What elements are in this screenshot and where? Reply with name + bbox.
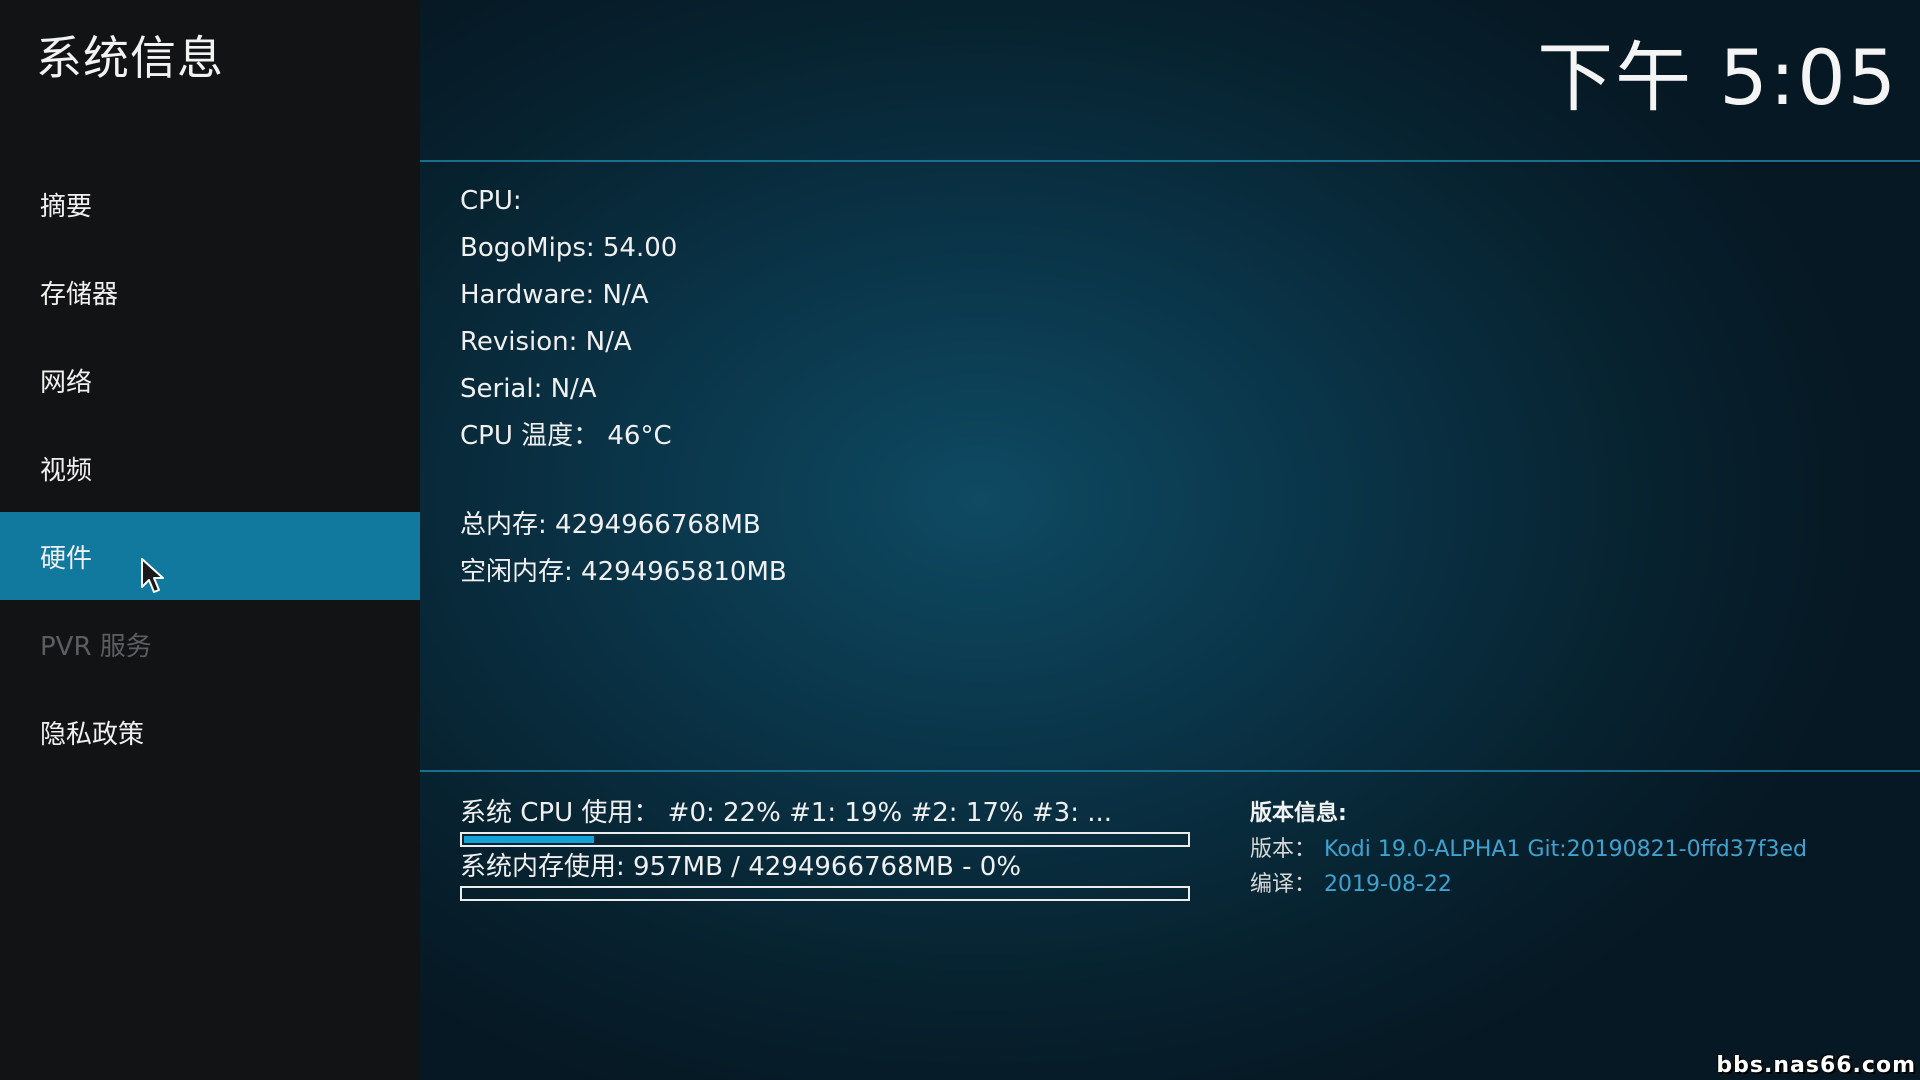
hardware-info-list: CPU: BogoMips: 54.00 Hardware: N/A Revis… xyxy=(460,178,677,460)
mouse-pointer-icon xyxy=(141,558,164,593)
cpu-usage-bar xyxy=(460,832,1190,847)
cpu-usage-label: 系统 CPU 使用： #0: 22% #1: 19% #2: 17% #3: .… xyxy=(460,798,1113,828)
serial-line: Serial: N/A xyxy=(460,374,597,404)
version-key: 版本： xyxy=(1250,837,1317,862)
cpu-usage: 系统 CPU 使用： #0: 22% #1: 19% #2: 17% #3: .… xyxy=(460,796,1190,847)
sidebar-item-hardware[interactable]: 硬件 xyxy=(0,512,420,600)
sidebar: 系统信息 摘要 存储器 网络 视频 硬件 PVR 服务 隐私政策 xyxy=(0,0,420,1080)
watermark: bbs.nas66.com xyxy=(1716,1053,1916,1078)
top-divider xyxy=(420,160,1920,162)
sidebar-item-network[interactable]: 网络 xyxy=(0,336,420,424)
build-value: 2019-08-22 xyxy=(1324,872,1452,897)
build-key: 编译： xyxy=(1250,872,1317,897)
sidebar-item-privacy-policy[interactable]: 隐私政策 xyxy=(0,688,420,776)
version-info: 版本信息: 版本： Kodi 19.0-ALPHA1 Git:20190821-0… xyxy=(1250,796,1807,902)
bottom-divider xyxy=(420,770,1920,772)
version-row: 版本： Kodi 19.0-ALPHA1 Git:20190821-0ffd37f… xyxy=(1250,832,1807,867)
kodi-system-info-screen: 系统信息 摘要 存储器 网络 视频 硬件 PVR 服务 隐私政策 下午 5:05… xyxy=(0,0,1920,1080)
sidebar-item-summary[interactable]: 摘要 xyxy=(0,160,420,248)
cpu-line: CPU: xyxy=(460,186,522,216)
version-value: Kodi 19.0-ALPHA1 Git:20190821-0ffd37f3ed xyxy=(1324,837,1807,862)
memory-usage-bar xyxy=(460,886,1190,901)
cpu-temperature-line: CPU 温度： 46°C xyxy=(460,421,672,451)
revision-line: Revision: N/A xyxy=(460,327,632,357)
sidebar-menu: 摘要 存储器 网络 视频 硬件 PVR 服务 隐私政策 xyxy=(0,160,420,776)
version-info-title: 版本信息: xyxy=(1250,801,1347,826)
sidebar-item-pvr-service[interactable]: PVR 服务 xyxy=(0,600,420,688)
bogomips-line: BogoMips: 54.00 xyxy=(460,233,678,263)
memory-info-list: 总内存: 4294966768MB 空闲内存: 4294965810MB xyxy=(460,502,787,596)
sidebar-item-storage[interactable]: 存储器 xyxy=(0,248,420,336)
sidebar-item-video[interactable]: 视频 xyxy=(0,424,420,512)
hardware-line: Hardware: N/A xyxy=(460,280,649,310)
page-title: 系统信息 xyxy=(36,31,224,85)
total-memory-line: 总内存: 4294966768MB xyxy=(460,510,761,540)
memory-usage-label: 系统内存使用: 957MB / 4294966768MB - 0% xyxy=(460,852,1022,882)
build-row: 编译： 2019-08-22 xyxy=(1250,867,1807,902)
clock: 下午 5:05 xyxy=(1537,33,1898,122)
memory-usage: 系统内存使用: 957MB / 4294966768MB - 0% xyxy=(460,850,1190,901)
free-memory-line: 空闲内存: 4294965810MB xyxy=(460,557,787,587)
cpu-usage-bar-fill xyxy=(464,836,594,843)
